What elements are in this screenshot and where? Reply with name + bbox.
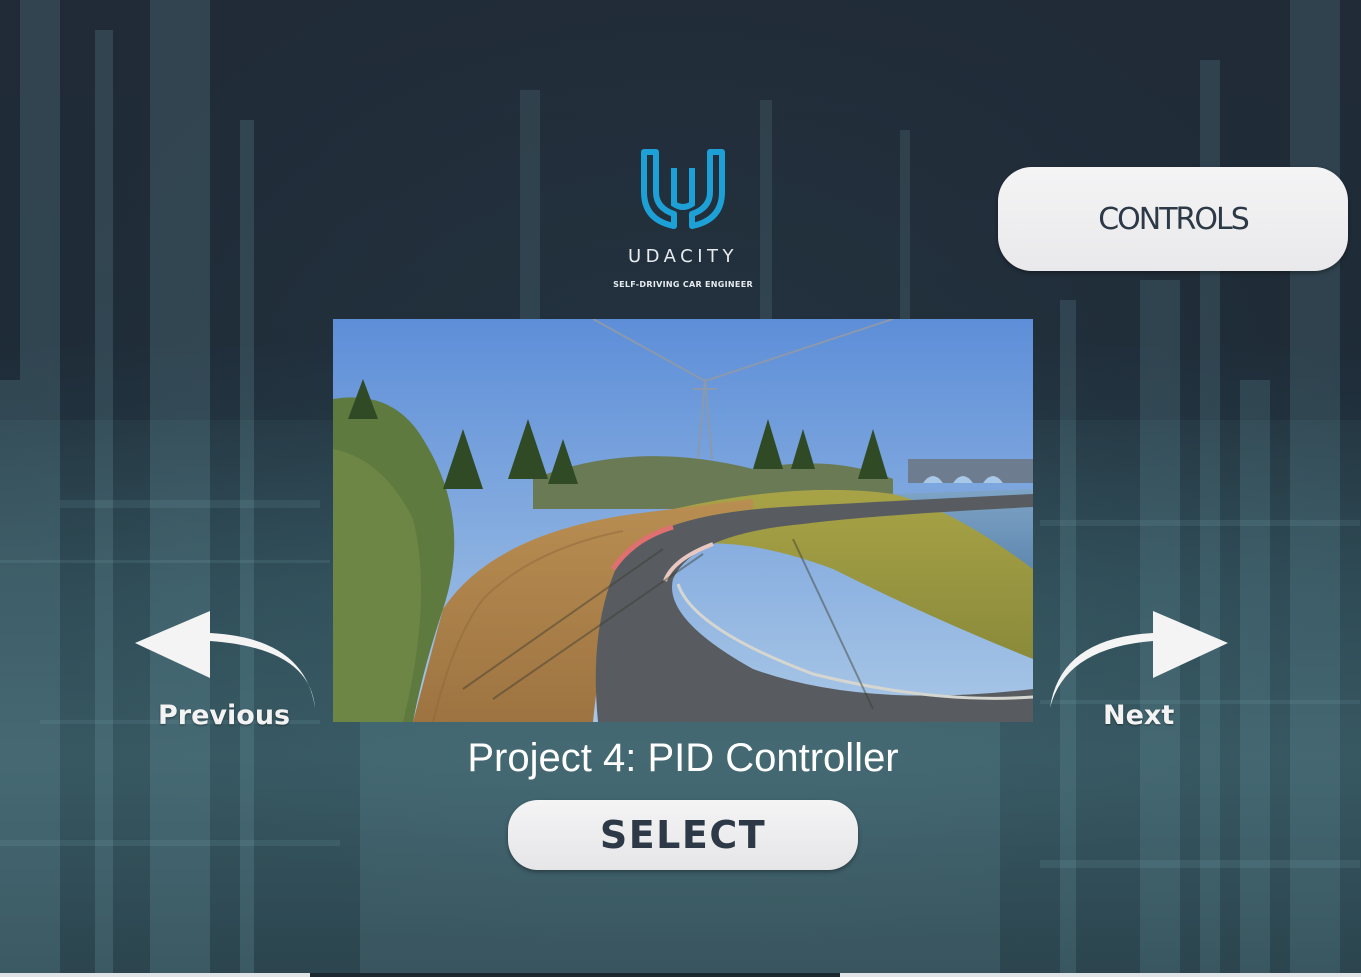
select-button[interactable]: SELECT bbox=[508, 800, 858, 870]
project-title: Project 4: PID Controller bbox=[467, 736, 899, 780]
logo-wordmark: UDACITY bbox=[627, 246, 739, 267]
curved-arrow-left-icon bbox=[135, 611, 315, 708]
next-label: Next bbox=[1103, 700, 1175, 731]
bottom-edge bbox=[0, 973, 1361, 977]
next-button[interactable]: Next bbox=[1045, 608, 1245, 738]
logo-tagline: SELF-DRIVING CAR ENGINEER bbox=[613, 280, 753, 289]
previous-button[interactable]: Previous bbox=[130, 608, 330, 738]
simulator-menu: UDACITY SELF-DRIVING CAR ENGINEER CONTRO… bbox=[0, 0, 1361, 977]
previous-label: Previous bbox=[158, 700, 291, 731]
curved-arrow-right-icon bbox=[1050, 611, 1228, 708]
controls-button[interactable]: CONTROLS bbox=[998, 167, 1348, 271]
udacity-u-logo-icon bbox=[640, 148, 726, 230]
track-preview-image bbox=[333, 319, 1033, 722]
udacity-logo: UDACITY SELF-DRIVING CAR ENGINEER bbox=[603, 148, 763, 298]
